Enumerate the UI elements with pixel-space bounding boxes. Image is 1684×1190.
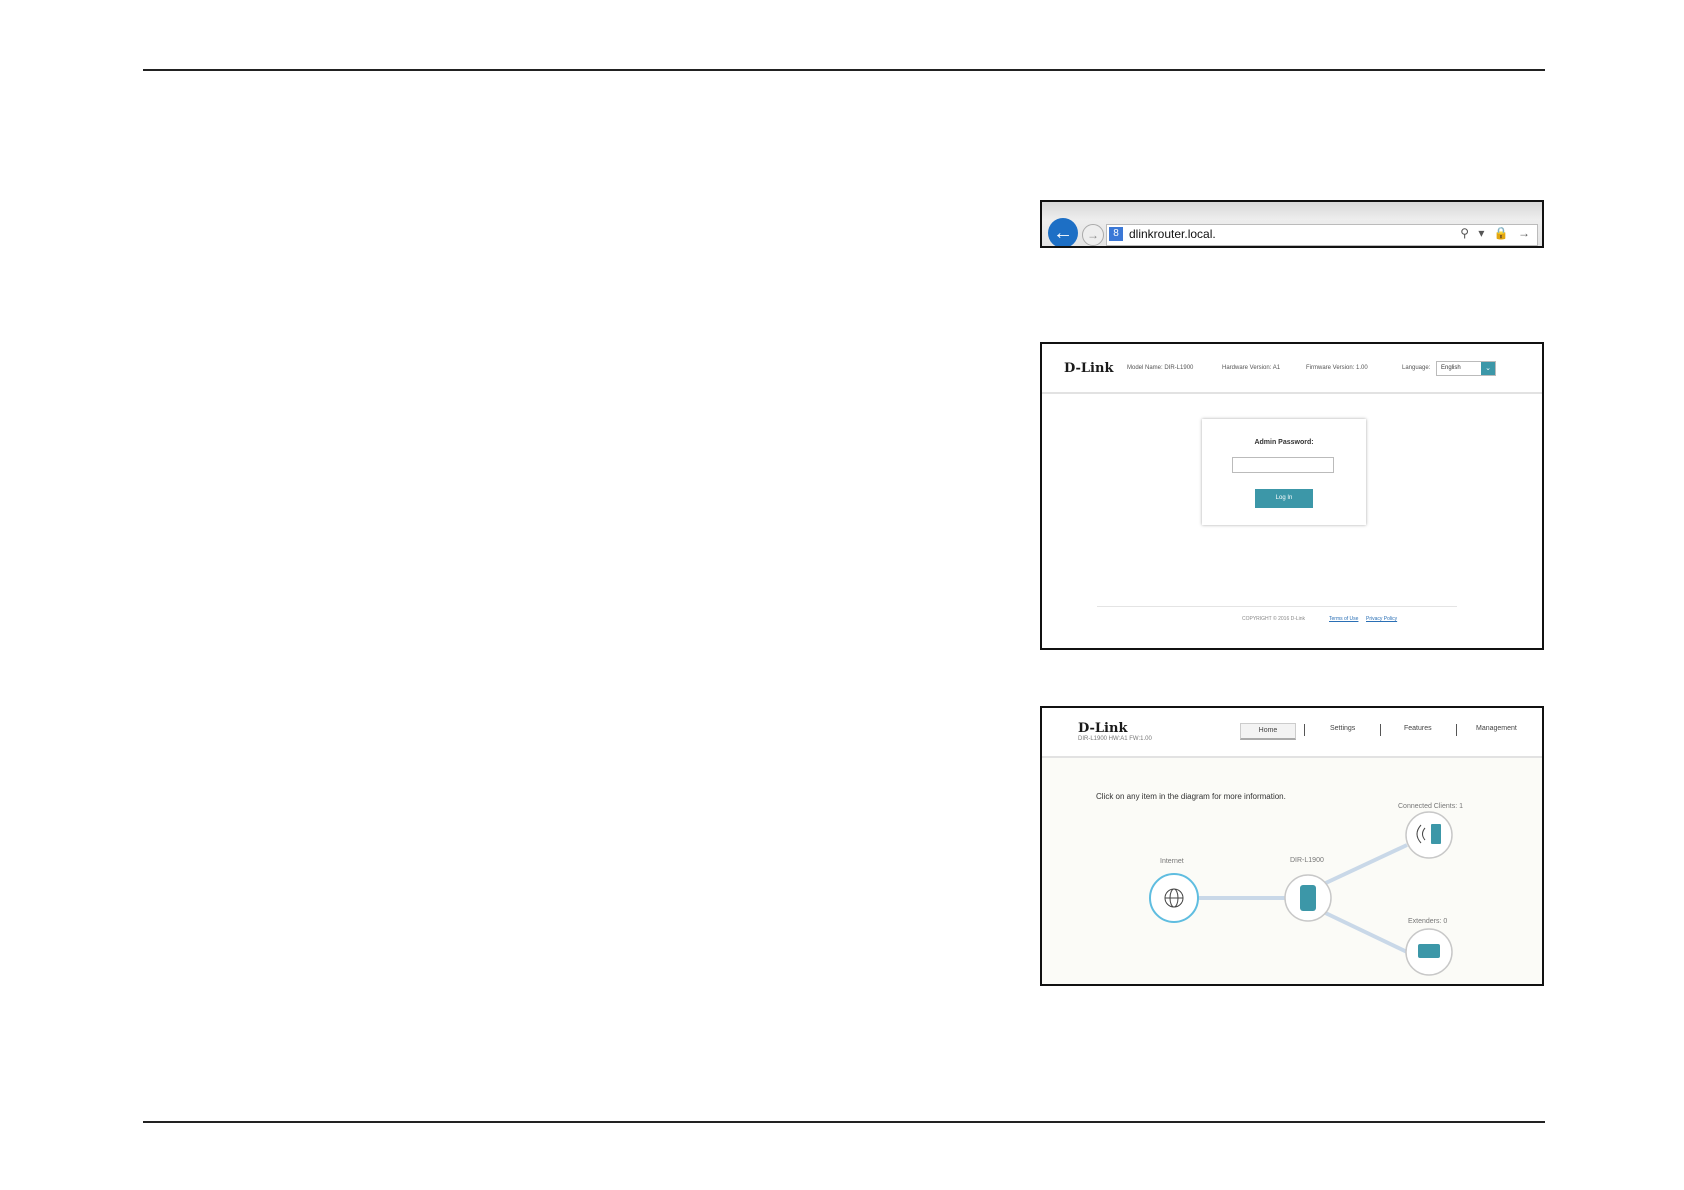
forward-icon[interactable]: → xyxy=(1082,224,1104,246)
extenders-label: Extenders: 0 xyxy=(1408,918,1448,925)
extenders-node[interactable] xyxy=(1405,928,1453,976)
login-button[interactable]: Log In xyxy=(1255,489,1313,508)
network-diagram xyxy=(1149,811,1453,976)
terms-of-use-link[interactable]: Terms of Use xyxy=(1329,616,1358,622)
admin-password-input[interactable] xyxy=(1232,457,1334,473)
back-icon[interactable]: ← xyxy=(1048,218,1078,246)
internet-node[interactable] xyxy=(1149,873,1199,923)
dlink-logo: D-Link xyxy=(1064,361,1114,376)
model-name: Model Name: DIR-L1900 xyxy=(1127,365,1194,371)
search-provider-icon: 8 xyxy=(1109,227,1123,241)
bottom-rule xyxy=(143,1121,1545,1123)
clients-link xyxy=(1314,843,1408,890)
privacy-policy-link[interactable]: Privacy Policy xyxy=(1366,616,1397,622)
language-value: English xyxy=(1441,365,1461,371)
language-label: Language: xyxy=(1402,365,1431,371)
login-box: Admin Password: Log In xyxy=(1202,419,1366,525)
top-rule xyxy=(143,69,1545,71)
router-node[interactable] xyxy=(1284,874,1332,922)
chevron-down-icon: ⌄ xyxy=(1481,362,1495,375)
copyright-text: COPYRIGHT © 2016 D-Link xyxy=(1242,616,1306,622)
browser-address-bar-screenshot: ← → 8 dlinkrouter.local. ⚲ ▾ 🔒 → xyxy=(1040,200,1544,248)
clients-node[interactable] xyxy=(1405,811,1453,859)
url-text: dlinkrouter.local. xyxy=(1129,227,1216,241)
hardware-version: Hardware Version: A1 xyxy=(1222,365,1281,371)
extenders-link xyxy=(1314,906,1408,954)
login-page-screenshot: D-Link Model Name: DIR-L1900 Hardware Ve… xyxy=(1040,342,1544,650)
login-header: D-Link Model Name: DIR-L1900 Hardware Ve… xyxy=(1042,344,1542,394)
firmware-version: Firmware Version: 1.00 xyxy=(1306,365,1368,371)
footer-divider xyxy=(1097,606,1457,607)
internet-label: Internet xyxy=(1160,858,1184,865)
router-label: DIR-L1900 xyxy=(1290,857,1324,864)
language-select[interactable]: English ⌄ xyxy=(1436,361,1496,376)
admin-password-label: Admin Password: xyxy=(1254,439,1314,446)
browser-tab-strip xyxy=(1042,202,1542,220)
address-tools-icons[interactable]: ⚲ ▾ 🔒 → xyxy=(1460,226,1533,240)
home-page-screenshot: D-Link DIR-L1900 HW:A1 FW:1.00 Home Sett… xyxy=(1040,706,1544,986)
address-field[interactable]: 8 dlinkrouter.local. ⚲ ▾ 🔒 → xyxy=(1106,224,1538,246)
clients-label: Connected Clients: 1 xyxy=(1398,803,1463,810)
